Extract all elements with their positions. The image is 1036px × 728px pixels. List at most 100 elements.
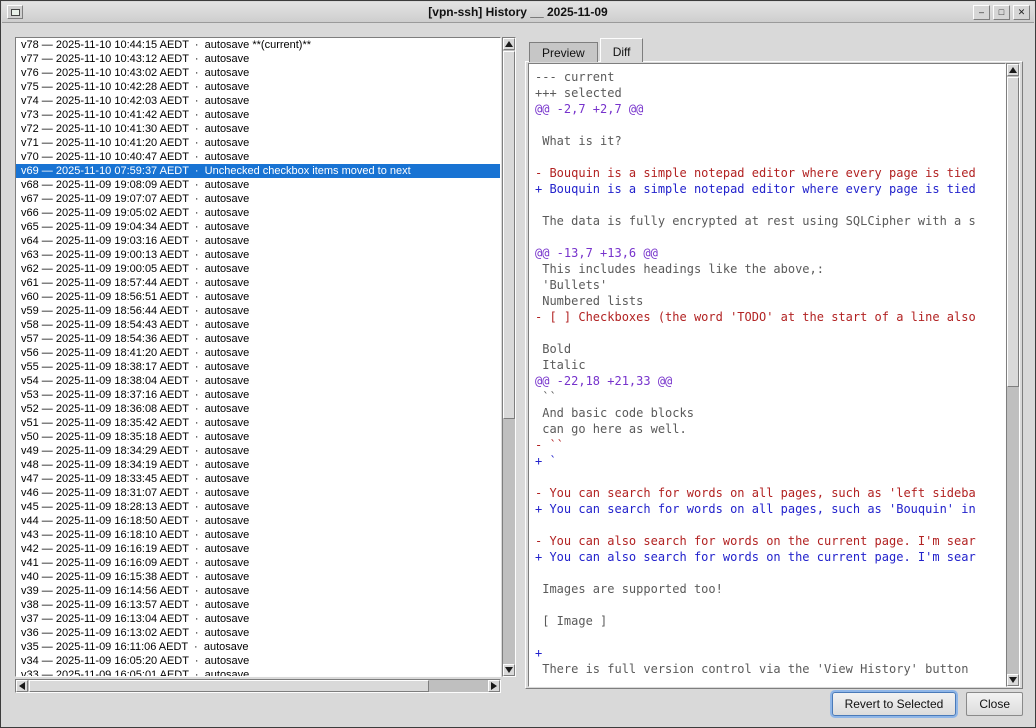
diff-line-blank (535, 117, 1003, 133)
list-item[interactable]: v65 — 2025-11-09 19:04:34 AEDT · autosav… (16, 220, 500, 234)
diff-line-context: The data is fully encrypted at rest usin… (535, 213, 1003, 229)
diff-line-blank (535, 229, 1003, 245)
list-item[interactable]: v57 — 2025-11-09 18:54:36 AEDT · autosav… (16, 332, 500, 346)
list-item[interactable]: v71 — 2025-11-10 10:41:20 AEDT · autosav… (16, 136, 500, 150)
diff-line-hunk: @@ -22,18 +21,33 @@ (535, 373, 1003, 389)
list-item[interactable]: v77 — 2025-11-10 10:43:12 AEDT · autosav… (16, 52, 500, 66)
list-item[interactable]: v53 — 2025-11-09 18:37:16 AEDT · autosav… (16, 388, 500, 402)
diff-line-context: can go here as well. (535, 421, 1003, 437)
diff-text[interactable]: --- current+++ selected@@ -2,7 +2,7 @@ W… (528, 63, 1006, 687)
list-item[interactable]: v70 — 2025-11-10 10:40:47 AEDT · autosav… (16, 150, 500, 164)
history-horizontal-scrollbar[interactable] (15, 679, 501, 693)
list-item[interactable]: v48 — 2025-11-09 18:34:19 AEDT · autosav… (16, 458, 500, 472)
diff-vertical-scrollbar[interactable] (1006, 63, 1020, 687)
diff-line-meta: --- current (535, 69, 1003, 85)
list-item[interactable]: v43 — 2025-11-09 16:18:10 AEDT · autosav… (16, 528, 500, 542)
diff-line-blank (535, 517, 1003, 533)
list-item-selected[interactable]: v69 — 2025-11-10 07:59:37 AEDT · Uncheck… (16, 164, 500, 178)
scroll-down-icon[interactable] (1007, 674, 1019, 686)
list-item[interactable]: v50 — 2025-11-09 18:35:18 AEDT · autosav… (16, 430, 500, 444)
list-item[interactable]: v72 — 2025-11-10 10:41:30 AEDT · autosav… (16, 122, 500, 136)
diff-line-context: There is full version control via the 'V… (535, 661, 1003, 677)
list-item[interactable]: v62 — 2025-11-09 19:00:05 AEDT · autosav… (16, 262, 500, 276)
list-item[interactable]: v34 — 2025-11-09 16:05:20 AEDT · autosav… (16, 654, 500, 668)
close-icon[interactable]: ✕ (1013, 5, 1030, 20)
list-item[interactable]: v64 — 2025-11-09 19:03:16 AEDT · autosav… (16, 234, 500, 248)
close-button[interactable]: Close (966, 692, 1023, 716)
notebook-tabs: Preview Diff (529, 38, 645, 62)
list-item[interactable]: v44 — 2025-11-09 16:18:50 AEDT · autosav… (16, 514, 500, 528)
list-item[interactable]: v41 — 2025-11-09 16:16:09 AEDT · autosav… (16, 556, 500, 570)
list-item[interactable]: v61 — 2025-11-09 18:57:44 AEDT · autosav… (16, 276, 500, 290)
scrollbar-thumb[interactable] (503, 51, 515, 419)
list-item[interactable]: v75 — 2025-11-10 10:42:28 AEDT · autosav… (16, 80, 500, 94)
history-vertical-scrollbar[interactable] (502, 37, 516, 677)
diff-line-context: 'Bullets' (535, 277, 1003, 293)
diff-line-hunk: @@ -13,7 +13,6 @@ (535, 245, 1003, 261)
scrollbar-thumb[interactable] (1007, 77, 1019, 387)
diff-line-context: Bold (535, 341, 1003, 357)
list-item[interactable]: v56 — 2025-11-09 18:41:20 AEDT · autosav… (16, 346, 500, 360)
list-item[interactable]: v67 — 2025-11-09 19:07:07 AEDT · autosav… (16, 192, 500, 206)
list-item[interactable]: v40 — 2025-11-09 16:15:38 AEDT · autosav… (16, 570, 500, 584)
list-item[interactable]: v35 — 2025-11-09 16:11:06 AEDT · autosav… (16, 640, 500, 654)
list-item[interactable]: v38 — 2025-11-09 16:13:57 AEDT · autosav… (16, 598, 500, 612)
diff-line-context: This includes headings like the above,: (535, 261, 1003, 277)
diff-line-context: Images are supported too! (535, 581, 1003, 597)
app-window: [vpn-ssh] History __ 2025-11-09 – □ ✕ v7… (0, 0, 1036, 728)
titlebar[interactable]: [vpn-ssh] History __ 2025-11-09 – □ ✕ (2, 2, 1034, 23)
list-item[interactable]: v51 — 2025-11-09 18:35:42 AEDT · autosav… (16, 416, 500, 430)
list-item[interactable]: v39 — 2025-11-09 16:14:56 AEDT · autosav… (16, 584, 500, 598)
button-bar: Revert to Selected Close (832, 692, 1023, 716)
scroll-left-icon[interactable] (16, 680, 28, 692)
list-item[interactable]: v78 — 2025-11-10 10:44:15 AEDT · autosav… (16, 38, 500, 52)
list-item[interactable]: v76 — 2025-11-10 10:43:02 AEDT · autosav… (16, 66, 500, 80)
list-item[interactable]: v33 — 2025-11-09 16:05:01 AEDT · autosav… (16, 668, 500, 677)
diff-line-blank (535, 469, 1003, 485)
diff-line-hunk: @@ -2,7 +2,7 @@ (535, 101, 1003, 117)
scrollbar-thumb[interactable] (29, 680, 429, 692)
window-title: [vpn-ssh] History __ 2025-11-09 (2, 5, 1034, 19)
list-item[interactable]: v45 — 2025-11-09 18:28:13 AEDT · autosav… (16, 500, 500, 514)
list-item[interactable]: v74 — 2025-11-10 10:42:03 AEDT · autosav… (16, 94, 500, 108)
diff-line-del: - You can search for words on all pages,… (535, 485, 1003, 501)
maximize-icon[interactable]: □ (993, 5, 1010, 20)
list-item[interactable]: v55 — 2025-11-09 18:38:17 AEDT · autosav… (16, 360, 500, 374)
window-icon[interactable] (7, 5, 23, 19)
list-item[interactable]: v54 — 2025-11-09 18:38:04 AEDT · autosav… (16, 374, 500, 388)
scroll-up-icon[interactable] (503, 38, 515, 50)
list-item[interactable]: v47 — 2025-11-09 18:33:45 AEDT · autosav… (16, 472, 500, 486)
list-item[interactable]: v66 — 2025-11-09 19:05:02 AEDT · autosav… (16, 206, 500, 220)
diff-line-add: + (535, 645, 1003, 661)
list-item[interactable]: v73 — 2025-11-10 10:41:42 AEDT · autosav… (16, 108, 500, 122)
list-item[interactable]: v52 — 2025-11-09 18:36:08 AEDT · autosav… (16, 402, 500, 416)
diff-line-context: Italic (535, 357, 1003, 373)
diff-line-del: - You can also search for words on the c… (535, 533, 1003, 549)
window-controls: – □ ✕ (973, 5, 1030, 20)
revert-to-selected-button[interactable]: Revert to Selected (832, 692, 957, 716)
list-item[interactable]: v37 — 2025-11-09 16:13:04 AEDT · autosav… (16, 612, 500, 626)
tab-preview[interactable]: Preview (529, 42, 598, 62)
diff-line-del: - `` (535, 437, 1003, 453)
list-item[interactable]: v60 — 2025-11-09 18:56:51 AEDT · autosav… (16, 290, 500, 304)
diff-line-context: `` (535, 389, 1003, 405)
tab-diff[interactable]: Diff (600, 38, 644, 62)
list-item[interactable]: v42 — 2025-11-09 16:16:19 AEDT · autosav… (16, 542, 500, 556)
scroll-up-icon[interactable] (1007, 64, 1019, 76)
list-item[interactable]: v63 — 2025-11-09 19:00:13 AEDT · autosav… (16, 248, 500, 262)
list-item[interactable]: v68 — 2025-11-09 19:08:09 AEDT · autosav… (16, 178, 500, 192)
scroll-down-icon[interactable] (503, 664, 515, 676)
scroll-right-icon[interactable] (488, 680, 500, 692)
list-item[interactable]: v58 — 2025-11-09 18:54:43 AEDT · autosav… (16, 318, 500, 332)
diff-line-blank (535, 149, 1003, 165)
diff-line-del: - [ ] Checkboxes (the word 'TODO' at the… (535, 309, 1003, 325)
minimize-icon[interactable]: – (973, 5, 990, 20)
list-item[interactable]: v46 — 2025-11-09 18:31:07 AEDT · autosav… (16, 486, 500, 500)
history-list[interactable]: v78 — 2025-11-10 10:44:15 AEDT · autosav… (15, 37, 501, 677)
list-item[interactable]: v36 — 2025-11-09 16:13:02 AEDT · autosav… (16, 626, 500, 640)
list-item[interactable]: v49 — 2025-11-09 18:34:29 AEDT · autosav… (16, 444, 500, 458)
diff-line-context: Numbered lists (535, 293, 1003, 309)
diff-line-context: [ Image ] (535, 613, 1003, 629)
list-item[interactable]: v59 — 2025-11-09 18:56:44 AEDT · autosav… (16, 304, 500, 318)
diff-line-blank (535, 565, 1003, 581)
